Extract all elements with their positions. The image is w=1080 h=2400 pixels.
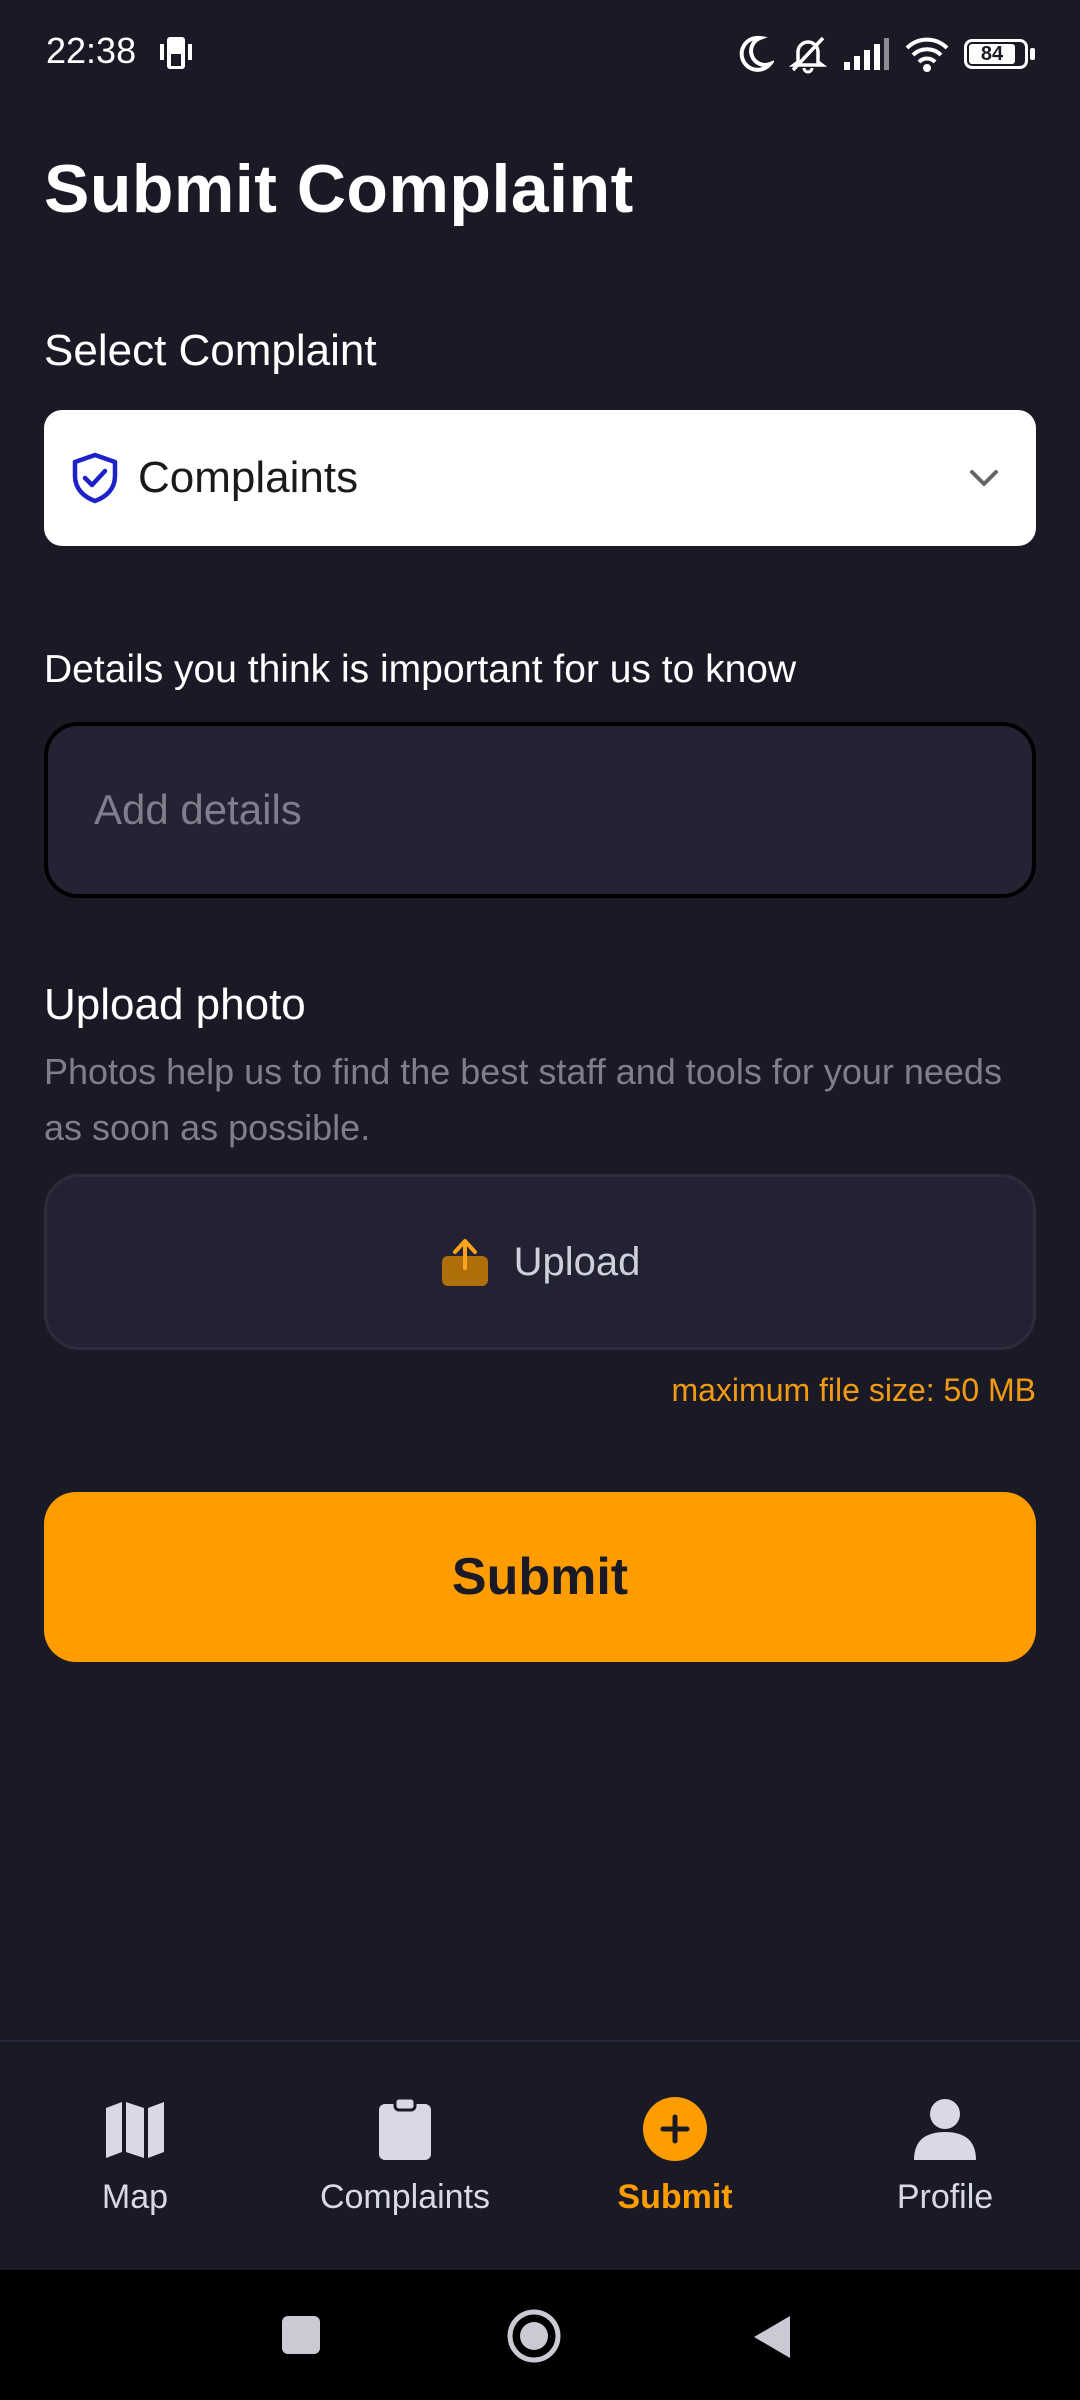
status-time: 22:38 [46,30,137,71]
battery-icon: 84 [964,37,1036,71]
submit-complaint-screen: 22:38 84 Submit Complaint Select Complai… [0,0,1080,2400]
phone-vibrate-icon [160,37,192,69]
nav-item-map[interactable]: Map [0,2042,270,2270]
upload-icon [441,1239,488,1286]
nav-label-profile: Profile [896,2178,994,2216]
bottom-nav: Map Complaints Submit Profile [0,2040,1080,2270]
nav-item-complaints[interactable]: Complaints [270,2042,540,2270]
upload-label: Upload [513,1239,641,1284]
status-bar: 22:38 84 [0,0,1080,110]
complaint-select-value: Complaints [138,453,359,502]
complaint-type-select[interactable]: Complaints [44,410,1036,546]
nav-item-profile[interactable]: Profile [810,2042,1080,2270]
system-nav-bar [0,2270,1080,2400]
select-complaint-label: Select Complaint [44,326,377,375]
recent-apps-button[interactable] [280,2314,322,2361]
details-placeholder: Add details [94,786,302,833]
plus-circle-icon [643,2097,707,2161]
home-button[interactable] [506,2308,562,2369]
chevron-down-icon [970,470,998,486]
nav-label-map: Map [101,2178,169,2216]
nav-item-submit[interactable]: Submit [540,2042,810,2270]
map-icon [106,2102,164,2158]
wifi-icon [905,37,949,72]
upload-description: Photos help us to find the best staff an… [44,1051,1002,1148]
shield-check-icon [72,452,118,504]
page-title: Submit Complaint [44,151,634,227]
upload-photo-label: Upload photo [44,980,306,1029]
max-file-size-note: maximum file size: 50 MB [671,1372,1036,1408]
signal-icon [844,38,889,70]
home-circle-icon [507,2309,561,2363]
details-label: Details you think is important for us to… [44,648,797,691]
back-button[interactable] [752,2314,792,2365]
moon-icon [739,35,774,72]
submit-label: Submit [451,1548,629,1606]
clipboard-icon [379,2096,431,2160]
upload-button[interactable]: Upload [44,1174,1036,1350]
details-input[interactable]: Add details [44,722,1036,898]
submit-button[interactable]: Submit [44,1492,1036,1662]
nav-label-submit: Submit [617,2178,733,2216]
back-triangle-icon [754,2316,790,2358]
nav-label-complaints: Complaints [319,2178,491,2216]
square-icon [282,2316,320,2354]
battery-level: 84 [980,43,1004,65]
person-icon [914,2099,976,2160]
status-icons: 84 [736,30,1036,78]
bell-off-icon [788,36,828,74]
